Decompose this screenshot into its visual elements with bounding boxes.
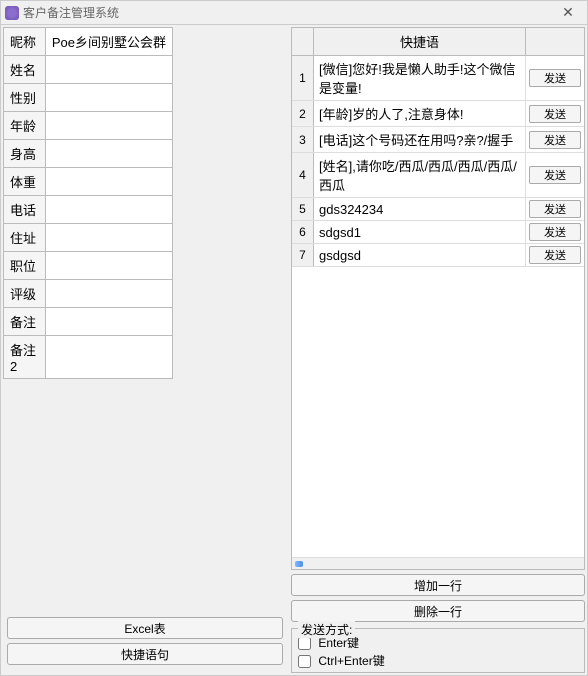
form-row: 电话: [4, 196, 173, 224]
quick-phrase-table: 快捷语 1[微信]您好!我是懒人助手!这个微信是变量!发送2[年龄]岁的人了,注…: [291, 27, 585, 570]
quick-row: 3[电话]这个号码还在用吗?亲?/握手发送: [292, 127, 584, 153]
quick-row-button-cell: 发送: [526, 221, 584, 243]
form-label: 姓名: [4, 56, 46, 84]
quick-row-number: 6: [292, 221, 314, 243]
quick-row-text[interactable]: [微信]您好!我是懒人助手!这个微信是变量!: [314, 56, 526, 100]
form-value[interactable]: [45, 280, 172, 308]
quick-row-text[interactable]: [电话]这个号码还在用吗?亲?/握手: [314, 127, 526, 152]
quick-row: 1[微信]您好!我是懒人助手!这个微信是变量!发送: [292, 56, 584, 101]
send-button[interactable]: 发送: [529, 246, 581, 264]
form-value[interactable]: [45, 252, 172, 280]
quick-row-number: 7: [292, 244, 314, 266]
quick-row-button-cell: 发送: [526, 198, 584, 220]
quick-row: 7gsdgsd发送: [292, 244, 584, 267]
send-button[interactable]: 发送: [529, 166, 581, 184]
form-row: 昵称Poe乡间别墅公会群: [4, 28, 173, 56]
form-row: 姓名: [4, 56, 173, 84]
form-value[interactable]: [45, 84, 172, 112]
form-label: 性别: [4, 84, 46, 112]
send-button[interactable]: 发送: [529, 105, 581, 123]
quick-table-body: 1[微信]您好!我是懒人助手!这个微信是变量!发送2[年龄]岁的人了,注意身体!…: [292, 56, 584, 557]
form-row: 职位: [4, 252, 173, 280]
quick-row-number: 5: [292, 198, 314, 220]
left-panel: 昵称Poe乡间别墅公会群姓名性别年龄身高体重电话住址职位评级备注备注2 Exce…: [1, 25, 289, 675]
app-icon: [5, 6, 19, 20]
quick-row: 6sdgsd1发送: [292, 221, 584, 244]
horizontal-scrollbar[interactable]: [292, 557, 584, 569]
left-bottom-buttons: Excel表 快捷语句: [3, 613, 287, 673]
form-label: 备注2: [4, 336, 46, 379]
send-button[interactable]: 发送: [529, 200, 581, 218]
customer-form-table: 昵称Poe乡间别墅公会群姓名性别年龄身高体重电话住址职位评级备注备注2: [3, 27, 173, 379]
quick-row-button-cell: 发送: [526, 127, 584, 152]
form-value[interactable]: Poe乡间别墅公会群: [45, 28, 172, 56]
form-value[interactable]: [45, 336, 172, 379]
quick-row-button-cell: 发送: [526, 153, 584, 197]
quick-row-text[interactable]: gsdgsd: [314, 244, 526, 266]
form-value[interactable]: [45, 224, 172, 252]
form-value[interactable]: [45, 196, 172, 224]
quick-row: 4[姓名],请你吃/西瓜/西瓜/西瓜/西瓜/西瓜发送: [292, 153, 584, 198]
main-window: 客户备注管理系统 ✕ 昵称Poe乡间别墅公会群姓名性别年龄身高体重电话住址职位评…: [0, 0, 588, 676]
form-row: 性别: [4, 84, 173, 112]
quick-row-text[interactable]: [姓名],请你吃/西瓜/西瓜/西瓜/西瓜/西瓜: [314, 153, 526, 197]
quick-row-number: 2: [292, 101, 314, 126]
form-label: 年龄: [4, 112, 46, 140]
quick-row-number: 1: [292, 56, 314, 100]
send-mode-title: 发送方式:: [298, 621, 355, 638]
form-label: 体重: [4, 168, 46, 196]
form-row: 住址: [4, 224, 173, 252]
close-icon[interactable]: ✕: [553, 4, 583, 21]
quick-row-text[interactable]: [年龄]岁的人了,注意身体!: [314, 101, 526, 126]
quick-table-header: 快捷语: [292, 28, 584, 56]
form-row: 身高: [4, 140, 173, 168]
ctrl-enter-checkbox[interactable]: [298, 655, 311, 668]
form-label: 电话: [4, 196, 46, 224]
form-row: 年龄: [4, 112, 173, 140]
quick-row-button-cell: 发送: [526, 101, 584, 126]
send-mode-group: 发送方式: Enter键 Ctrl+Enter键: [291, 628, 585, 673]
send-button[interactable]: 发送: [529, 69, 581, 87]
form-row: 备注: [4, 308, 173, 336]
quick-phrase-button[interactable]: 快捷语句: [7, 643, 283, 665]
quick-row-text[interactable]: sdgsd1: [314, 221, 526, 243]
window-title: 客户备注管理系统: [23, 4, 553, 21]
quick-row: 2[年龄]岁的人了,注意身体!发送: [292, 101, 584, 127]
quick-row-number: 4: [292, 153, 314, 197]
delete-row-button[interactable]: 删除一行: [291, 600, 585, 622]
form-value[interactable]: [45, 56, 172, 84]
form-value[interactable]: [45, 112, 172, 140]
titlebar: 客户备注管理系统 ✕: [1, 1, 587, 25]
quick-header-label: 快捷语: [314, 28, 526, 55]
quick-row: 5gds324234发送: [292, 198, 584, 221]
row-buttons: 增加一行 删除一行: [291, 570, 585, 622]
form-label: 身高: [4, 140, 46, 168]
form-row: 体重: [4, 168, 173, 196]
send-button[interactable]: 发送: [529, 131, 581, 149]
quick-row-button-cell: 发送: [526, 56, 584, 100]
send-button[interactable]: 发送: [529, 223, 581, 241]
form-label: 备注: [4, 308, 46, 336]
form-label: 职位: [4, 252, 46, 280]
form-row: 备注2: [4, 336, 173, 379]
form-value[interactable]: [45, 140, 172, 168]
form-row: 评级: [4, 280, 173, 308]
form-value[interactable]: [45, 168, 172, 196]
add-row-button[interactable]: 增加一行: [291, 574, 585, 596]
form-label: 住址: [4, 224, 46, 252]
form-label: 评级: [4, 280, 46, 308]
form-value[interactable]: [45, 308, 172, 336]
right-panel: 快捷语 1[微信]您好!我是懒人助手!这个微信是变量!发送2[年龄]岁的人了,注…: [289, 25, 587, 675]
content: 昵称Poe乡间别墅公会群姓名性别年龄身高体重电话住址职位评级备注备注2 Exce…: [1, 25, 587, 675]
quick-row-text[interactable]: gds324234: [314, 198, 526, 220]
form-label: 昵称: [4, 28, 46, 56]
quick-row-number: 3: [292, 127, 314, 152]
excel-button[interactable]: Excel表: [7, 617, 283, 639]
enter-checkbox[interactable]: [298, 637, 311, 650]
ctrl-enter-key-option[interactable]: Ctrl+Enter键: [298, 652, 578, 669]
quick-row-button-cell: 发送: [526, 244, 584, 266]
